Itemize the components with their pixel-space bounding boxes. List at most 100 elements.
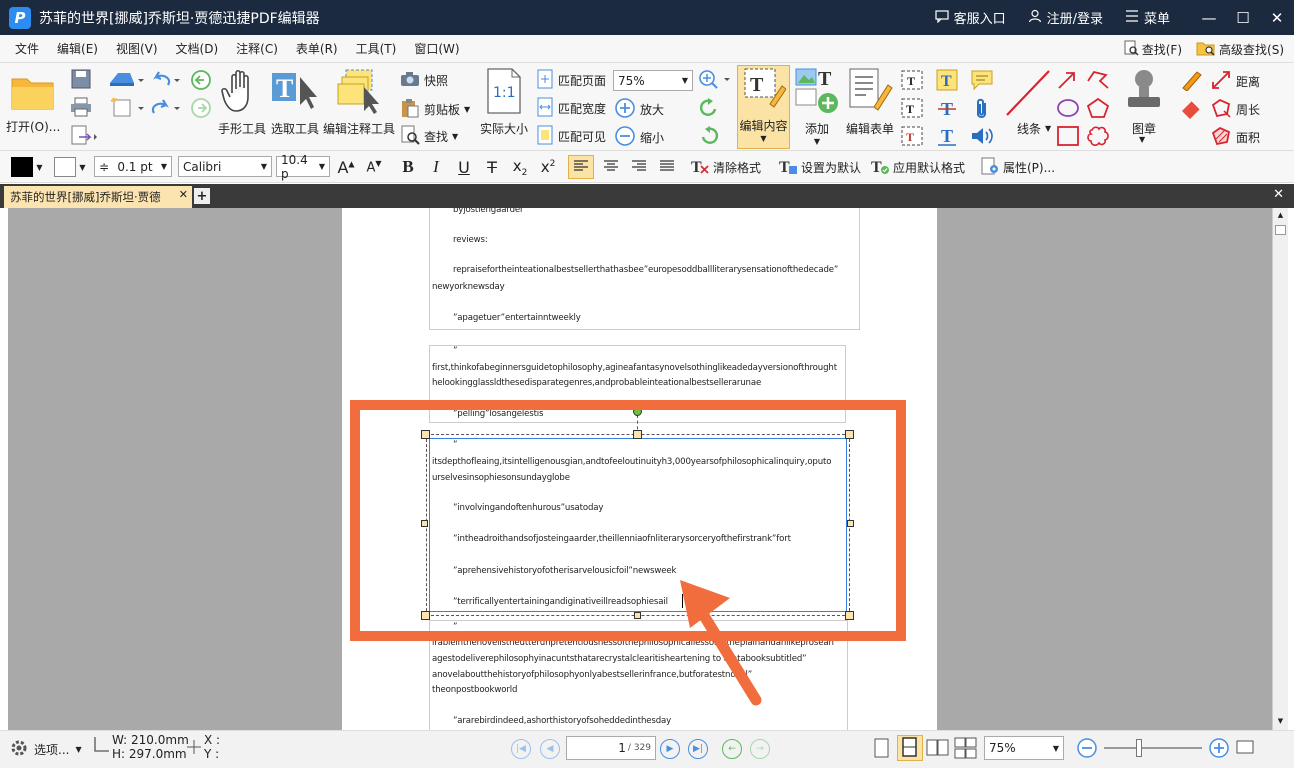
eraser-tool[interactable]: [1180, 97, 1204, 122]
scroll-up-icon[interactable]: ▲: [1275, 210, 1286, 220]
perimeter-tool[interactable]: 周长: [1210, 97, 1260, 122]
menu-view[interactable]: 视图(V): [107, 40, 167, 57]
area-tool[interactable]: 面积: [1210, 125, 1260, 150]
text-block[interactable]: byjostiengaarder reviews: repraiseforthe…: [429, 208, 860, 330]
history-back-button[interactable]: ←: [722, 739, 742, 759]
redo-button[interactable]: [150, 97, 180, 122]
font-size-select[interactable]: 10.4 p ▼: [276, 153, 330, 181]
close-document-button[interactable]: ✕: [1273, 187, 1284, 202]
increase-font-button[interactable]: A▲: [334, 155, 358, 179]
search-button[interactable]: 查找 ▼: [400, 125, 458, 148]
fit-visible-button[interactable]: 匹配可见: [536, 125, 606, 148]
continuous-facing-button[interactable]: [954, 737, 978, 762]
login-button[interactable]: 注册/登录: [1028, 8, 1103, 27]
clipboard-button[interactable]: 剪贴板 ▼: [400, 98, 470, 121]
fit-page-button[interactable]: 匹配页面: [536, 69, 606, 92]
clear-format-button[interactable]: T 清除格式: [690, 155, 761, 179]
next-page-button[interactable]: ▶: [660, 739, 680, 759]
history-forward-button[interactable]: →: [750, 739, 770, 759]
export-button[interactable]: [70, 125, 100, 148]
typewriter-tool[interactable]: T: [936, 69, 958, 94]
undo-button[interactable]: [150, 69, 180, 94]
back-button[interactable]: [190, 69, 212, 94]
scroll-thumb[interactable]: [1275, 225, 1286, 235]
stroke-color-picker[interactable]: ▼: [50, 155, 90, 179]
edit-annotation-button[interactable]: 编辑注释工具: [323, 67, 395, 137]
save-button[interactable]: [70, 69, 92, 92]
first-page-button[interactable]: |◀: [511, 739, 531, 759]
menu-window[interactable]: 窗口(W): [405, 40, 468, 57]
page-number-input[interactable]: 1 / 329: [566, 736, 656, 760]
justify-button[interactable]: [654, 155, 680, 179]
zoom-in-button[interactable]: [1208, 737, 1230, 762]
menu-document[interactable]: 文档(D): [167, 40, 228, 57]
properties-button[interactable]: 属性(P)...: [980, 155, 1055, 179]
zoom-slider-thumb[interactable]: [1136, 739, 1142, 757]
select-text-button[interactable]: T 选取工具: [270, 67, 320, 137]
actual-size-button[interactable]: 1:1 实际大小: [480, 67, 528, 137]
zoom-select[interactable]: 75% ▼: [613, 70, 693, 91]
rotate-cw-button[interactable]: [698, 97, 720, 122]
open-button[interactable]: 打开(O)...: [6, 71, 60, 135]
new-button[interactable]: [108, 97, 144, 120]
minimize-button[interactable]: —: [1192, 0, 1226, 35]
options-button[interactable]: 选项... ▼: [10, 739, 82, 760]
menu-tools[interactable]: 工具(T): [347, 40, 406, 57]
menu-button[interactable]: 菜单: [1125, 8, 1170, 27]
line-width-select[interactable]: ≑ 0.1 pt ▼: [94, 156, 172, 177]
zoom-level-select[interactable]: 75% ▼: [984, 736, 1064, 760]
edit-form-button[interactable]: 编辑表单: [846, 67, 894, 137]
font-select[interactable]: Calibri ▼: [178, 156, 272, 177]
menu-form[interactable]: 表单(R): [287, 40, 347, 57]
tab-close-icon[interactable]: ✕: [179, 188, 188, 201]
text-field-tool-3[interactable]: T: [900, 125, 924, 150]
polygon-tool[interactable]: [1086, 97, 1110, 122]
maximize-button[interactable]: ☐: [1226, 0, 1260, 35]
continuous-view-button[interactable]: [897, 735, 923, 761]
add-button[interactable]: T 添加 ▼: [794, 67, 840, 146]
snapshot-button[interactable]: 快照: [400, 71, 448, 90]
arrow-tool[interactable]: [1056, 69, 1078, 94]
hand-tool-button[interactable]: 手形工具: [218, 67, 266, 137]
cloud-button[interactable]: [108, 69, 144, 92]
text-field-tool[interactable]: T: [900, 69, 924, 94]
pencil-tool[interactable]: [1180, 69, 1204, 94]
zoom-out-button[interactable]: [1076, 737, 1098, 762]
rectangle-tool[interactable]: [1056, 125, 1080, 150]
find-button[interactable]: 查找(F): [1123, 40, 1182, 59]
text-field-tool-2[interactable]: T: [900, 97, 924, 122]
last-page-button[interactable]: ▶|: [688, 739, 708, 759]
menu-edit[interactable]: 编辑(E): [48, 40, 107, 57]
fit-width-button[interactable]: 匹配宽度: [536, 97, 606, 120]
zoom-tool-button[interactable]: [698, 69, 732, 94]
distance-tool[interactable]: 距离: [1210, 69, 1260, 94]
strikethrough-button[interactable]: T: [480, 155, 504, 179]
decrease-font-button[interactable]: A▼: [362, 155, 386, 179]
document-workspace[interactable]: byjostiengaarder reviews: repraiseforthe…: [8, 208, 1272, 730]
prev-page-button[interactable]: ◀: [540, 739, 560, 759]
align-right-button[interactable]: [626, 155, 652, 179]
menu-comment[interactable]: 注释(C): [227, 40, 287, 57]
support-button[interactable]: 客服入口: [934, 8, 1006, 27]
advanced-find-button[interactable]: 高级查找(S): [1196, 40, 1284, 59]
ellipse-tool[interactable]: [1056, 97, 1080, 122]
underline-tool[interactable]: T: [936, 125, 958, 150]
facing-view-button[interactable]: [926, 737, 950, 762]
edit-content-button[interactable]: T 编辑内容 ▼: [737, 65, 790, 149]
sound-tool[interactable]: [970, 125, 994, 150]
strikethrough-tool[interactable]: T: [936, 97, 958, 122]
document-tab[interactable]: 苏菲的世界[挪威]乔斯坦·贾德 ✕: [4, 186, 192, 208]
stamp-button[interactable]: [1120, 67, 1168, 118]
line-tool-button[interactable]: [1005, 67, 1051, 120]
set-default-button[interactable]: T 设置为默认: [778, 155, 861, 179]
fill-color-picker[interactable]: ▼: [8, 155, 46, 179]
print-button[interactable]: [70, 97, 92, 120]
note-tool[interactable]: [970, 69, 994, 94]
bold-button[interactable]: B: [396, 155, 420, 179]
italic-button[interactable]: I: [424, 155, 448, 179]
attachment-tool[interactable]: [972, 97, 992, 124]
new-tab-button[interactable]: +: [194, 188, 210, 204]
vertical-scrollbar[interactable]: ▲ ▼: [1272, 208, 1288, 730]
zoom-slider[interactable]: [1104, 747, 1202, 749]
align-left-button[interactable]: [568, 155, 594, 179]
